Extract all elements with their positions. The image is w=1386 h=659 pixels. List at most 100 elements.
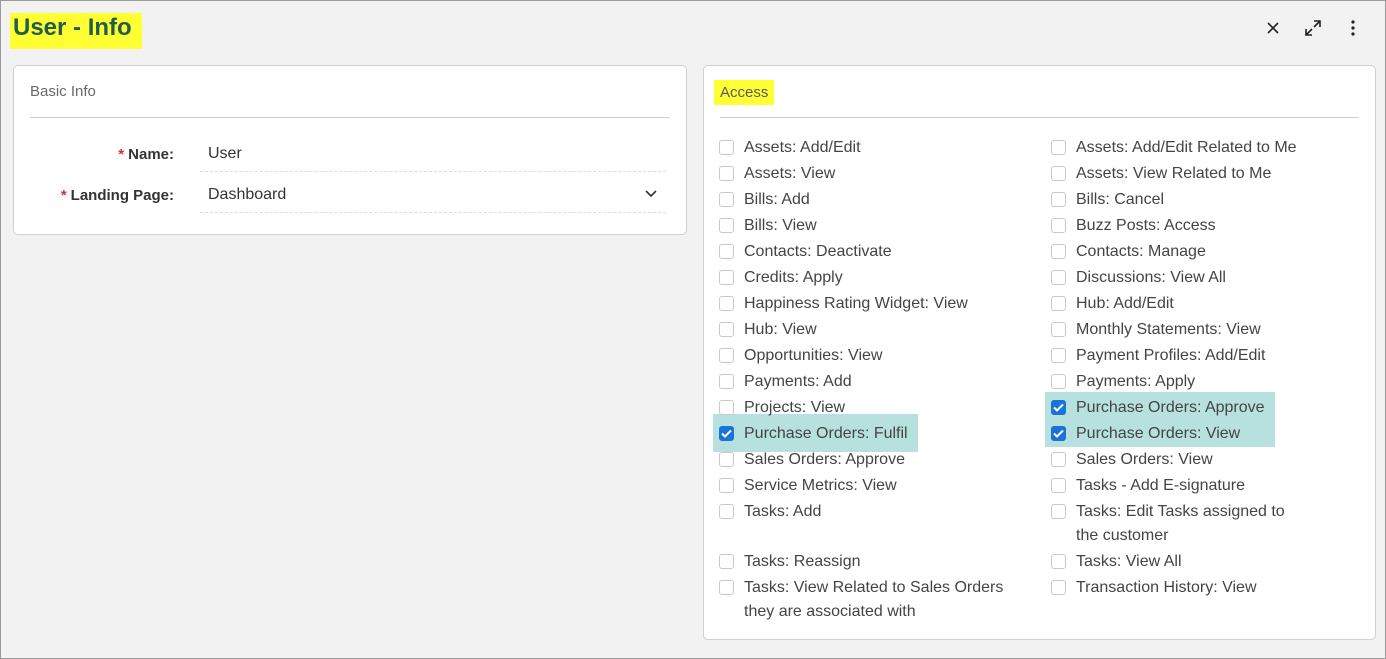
checkbox-checked[interactable] <box>1051 426 1066 441</box>
permission-label: Tasks: Add <box>744 503 822 520</box>
checkbox-checked[interactable] <box>719 426 734 441</box>
checkbox[interactable] <box>719 140 734 155</box>
checkbox[interactable] <box>1051 140 1066 155</box>
more-vertical-icon[interactable] <box>1341 15 1365 41</box>
checkbox[interactable] <box>719 322 734 337</box>
checkbox[interactable] <box>719 270 734 285</box>
permission-tasks-edit-tasks-assigned-to-the-customer[interactable]: Tasks: Edit Tasks assigned to the custom… <box>1051 500 1311 548</box>
chevron-down-icon <box>644 186 658 204</box>
name-field[interactable]: User <box>200 136 666 172</box>
permission-contacts-manage[interactable]: Contacts: Manage <box>1051 240 1311 264</box>
checkbox[interactable] <box>1051 348 1066 363</box>
permission-tasks-view-related-to-sales-orders-they-are-associated-with[interactable]: Tasks: View Related to Sales Orders they… <box>719 576 1029 624</box>
permission-bills-view[interactable]: Bills: View <box>719 214 1029 238</box>
permission-service-metrics-view[interactable]: Service Metrics: View <box>719 474 1029 498</box>
checkbox[interactable] <box>719 478 734 493</box>
permission-label: Assets: Add/Edit <box>744 139 861 156</box>
permission-purchase-orders-approve[interactable]: Purchase Orders: Approve <box>1051 396 1311 420</box>
app-frame: User - Info Basic Info * Name: User * La… <box>0 0 1386 659</box>
checkbox[interactable] <box>719 296 734 311</box>
required-mark: * <box>118 145 125 163</box>
permission-label: Happiness Rating Widget: View <box>744 295 968 312</box>
checkbox[interactable] <box>719 192 734 207</box>
checkbox[interactable] <box>719 452 734 467</box>
checkbox[interactable] <box>1051 270 1066 285</box>
checkbox[interactable] <box>1051 218 1066 233</box>
permission-sales-orders-approve[interactable]: Sales Orders: Approve <box>719 448 1029 472</box>
permission-payment-profiles-add-edit[interactable]: Payment Profiles: Add/Edit <box>1051 344 1311 368</box>
landing-page-row: * Landing Page: Dashboard <box>14 177 666 213</box>
checkbox[interactable] <box>719 374 734 389</box>
permission-bills-cancel[interactable]: Bills: Cancel <box>1051 188 1311 212</box>
permission-bills-add[interactable]: Bills: Add <box>719 188 1029 212</box>
permission-hub-add-edit[interactable]: Hub: Add/Edit <box>1051 292 1311 316</box>
checkbox[interactable] <box>719 400 734 415</box>
permission-purchase-orders-fulfil[interactable]: Purchase Orders: Fulfil <box>719 422 1029 446</box>
permission-assets-add-edit[interactable]: Assets: Add/Edit <box>719 136 1029 160</box>
permission-assets-add-edit-related-to-me[interactable]: Assets: Add/Edit Related to Me <box>1051 136 1311 160</box>
expand-icon[interactable] <box>1301 15 1325 41</box>
permission-tasks-view-all[interactable]: Tasks: View All <box>1051 550 1311 574</box>
permission-payments-apply[interactable]: Payments: Apply <box>1051 370 1311 394</box>
basic-info-title: Basic Info <box>30 83 96 100</box>
permission-label: Buzz Posts: Access <box>1076 217 1216 234</box>
checkbox[interactable] <box>1051 554 1066 569</box>
permission-assets-view[interactable]: Assets: View <box>719 162 1029 186</box>
checkbox[interactable] <box>1051 296 1066 311</box>
permission-hub-view[interactable]: Hub: View <box>719 318 1029 342</box>
window-actions <box>1261 15 1365 41</box>
permission-buzz-posts-access[interactable]: Buzz Posts: Access <box>1051 214 1311 238</box>
checkbox[interactable] <box>1051 322 1066 337</box>
checkbox[interactable] <box>1051 504 1066 519</box>
permission-happiness-rating-widget-view[interactable]: Happiness Rating Widget: View <box>719 292 1029 316</box>
permission-label: Payments: Add <box>744 373 852 390</box>
permission-credits-apply[interactable]: Credits: Apply <box>719 266 1029 290</box>
permission-label: Opportunities: View <box>744 347 883 364</box>
permission-label: Service Metrics: View <box>744 477 897 494</box>
permission-label: Sales Orders: View <box>1076 451 1213 468</box>
checkbox[interactable] <box>1051 580 1066 595</box>
permission-projects-view[interactable]: Projects: View <box>719 396 1029 420</box>
checkbox-checked[interactable] <box>1051 400 1066 415</box>
permission-monthly-statements-view[interactable]: Monthly Statements: View <box>1051 318 1311 342</box>
checkbox[interactable] <box>1051 478 1066 493</box>
permission-tasks-add-e-signature[interactable]: Tasks - Add E-signature <box>1051 474 1311 498</box>
permission-label: Purchase Orders: Approve <box>1076 399 1265 416</box>
permission-label: Bills: Add <box>744 191 810 208</box>
permission-sales-orders-view[interactable]: Sales Orders: View <box>1051 448 1311 472</box>
checkbox[interactable] <box>1051 166 1066 181</box>
checkbox[interactable] <box>719 554 734 569</box>
permission-label: Assets: Add/Edit Related to Me <box>1076 139 1297 156</box>
landing-page-select[interactable]: Dashboard <box>200 177 666 213</box>
permission-tasks-reassign[interactable]: Tasks: Reassign <box>719 550 1029 574</box>
permission-label: Assets: View Related to Me <box>1076 165 1272 182</box>
permission-label: Assets: View <box>744 165 836 182</box>
checkbox[interactable] <box>1051 192 1066 207</box>
landing-page-value: Dashboard <box>208 185 287 203</box>
checkbox[interactable] <box>719 348 734 363</box>
checkbox[interactable] <box>1051 452 1066 467</box>
permission-tasks-add[interactable]: Tasks: Add <box>719 500 1029 524</box>
permission-contacts-deactivate[interactable]: Contacts: Deactivate <box>719 240 1029 264</box>
check-icon <box>1053 429 1064 438</box>
checkbox[interactable] <box>1051 374 1066 389</box>
required-mark: * <box>60 186 67 204</box>
permission-label: Sales Orders: Approve <box>744 451 905 468</box>
permission-opportunities-view[interactable]: Opportunities: View <box>719 344 1029 368</box>
permission-label: Tasks: View Related to Sales Orders they… <box>744 579 1004 620</box>
checkbox[interactable] <box>719 218 734 233</box>
permission-payments-add[interactable]: Payments: Add <box>719 370 1029 394</box>
permission-transaction-history-view[interactable]: Transaction History: View <box>1051 576 1311 600</box>
permission-discussions-view-all[interactable]: Discussions: View All <box>1051 266 1311 290</box>
close-icon[interactable] <box>1261 15 1285 41</box>
name-row: * Name: User <box>14 136 666 172</box>
checkbox[interactable] <box>719 504 734 519</box>
permission-assets-view-related-to-me[interactable]: Assets: View Related to Me <box>1051 162 1311 186</box>
checkbox[interactable] <box>719 580 734 595</box>
permission-purchase-orders-view[interactable]: Purchase Orders: View <box>1051 422 1311 446</box>
checkbox[interactable] <box>719 244 734 259</box>
checkbox[interactable] <box>719 166 734 181</box>
permission-label: Monthly Statements: View <box>1076 321 1261 338</box>
permission-label: Payment Profiles: Add/Edit <box>1076 347 1266 364</box>
checkbox[interactable] <box>1051 244 1066 259</box>
